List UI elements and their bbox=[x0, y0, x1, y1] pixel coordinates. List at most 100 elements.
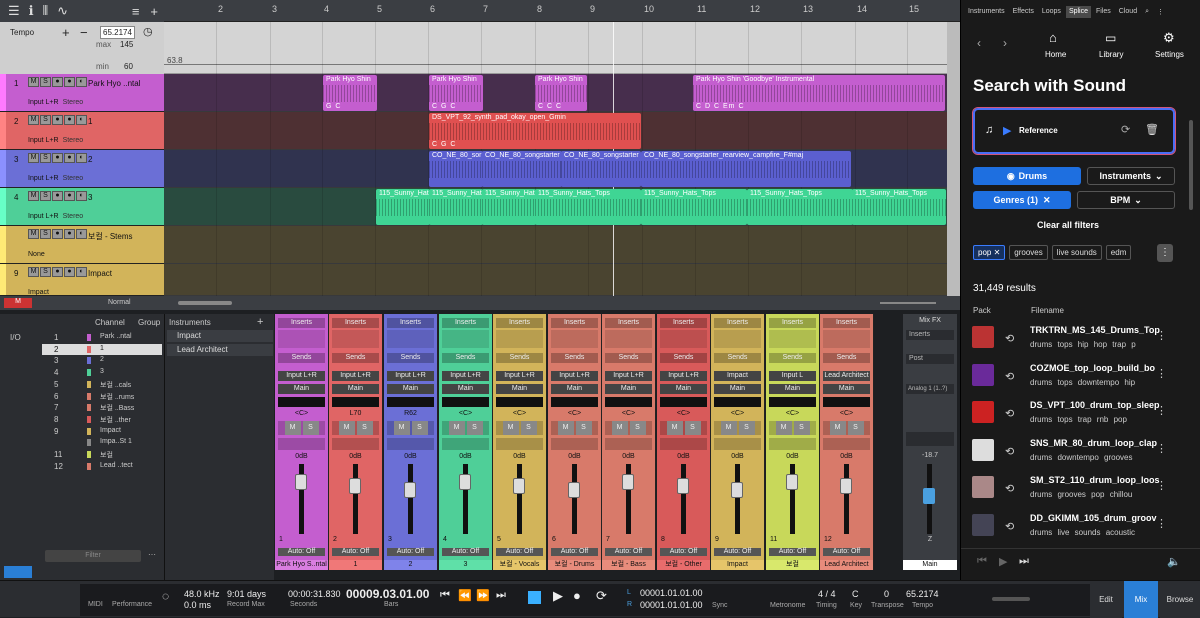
strip-mute-solo[interactable]: MS bbox=[660, 421, 707, 435]
strip-sends[interactable]: Sends bbox=[769, 353, 816, 363]
more-icon[interactable]: ⋯ bbox=[148, 550, 156, 559]
audio-clip[interactable]: 115_Sunny_Hats_Tops bbox=[641, 189, 747, 225]
strip-automation[interactable]: Auto: Off bbox=[387, 548, 434, 556]
result-row[interactable]: ⟲ SNS_MR_80_drum_loop_clap drums downtempo… bbox=[972, 433, 1172, 469]
strip-sends[interactable]: Sends bbox=[605, 353, 652, 363]
result-filename[interactable]: TRKTRN_MS_145_Drums_Top bbox=[1030, 325, 1162, 335]
bar-number[interactable]: 15 bbox=[909, 4, 919, 14]
mute-button[interactable]: M bbox=[557, 421, 574, 435]
strip-name[interactable]: Park Hyo S..ntal bbox=[275, 560, 328, 570]
strip-insert-slots[interactable] bbox=[823, 330, 870, 348]
home-icon[interactable]: ⌂ bbox=[1049, 30, 1057, 45]
tempo-value-field[interactable]: 65.2174 bbox=[100, 26, 135, 39]
performance-label[interactable]: Performance bbox=[112, 601, 152, 608]
solo-button[interactable]: S bbox=[629, 421, 646, 435]
track-button[interactable]: ● bbox=[64, 229, 75, 239]
strip-sends[interactable]: Sends bbox=[551, 353, 598, 363]
search-icon[interactable]: ⌕ bbox=[1142, 6, 1152, 18]
strip-name[interactable]: 보컬 - Vocals bbox=[493, 560, 546, 570]
track-input[interactable]: Input L+R Stereo bbox=[28, 99, 83, 106]
main-monitor-buttons[interactable] bbox=[906, 432, 954, 446]
channel-list-item[interactable]: 12 Lead ..tect bbox=[42, 461, 162, 472]
strip-output[interactable]: Main bbox=[769, 384, 816, 394]
seconds-value[interactable]: 00:00:31.830 bbox=[288, 589, 341, 599]
tag-grooves[interactable]: grooves bbox=[1009, 245, 1048, 260]
tab-splice[interactable]: Splice bbox=[1065, 6, 1092, 18]
strip-fader[interactable] bbox=[622, 474, 634, 490]
close-icon[interactable]: ✕ bbox=[1043, 195, 1051, 206]
strip-pan-display[interactable] bbox=[332, 397, 379, 407]
track-input[interactable]: None bbox=[28, 251, 49, 258]
strip-pan-display[interactable] bbox=[769, 397, 816, 407]
strip-record-monitor[interactable] bbox=[605, 438, 652, 450]
track-button[interactable]: ◐ bbox=[76, 191, 87, 201]
track-header[interactable]: 2 M S ● ● ◐ 1 Input L+R Stereo bbox=[0, 112, 164, 150]
result-row[interactable]: ⟲ SM_ST2_110_drum_loop_loos drums grooves … bbox=[972, 470, 1172, 506]
bpm-filter[interactable]: BPM ⌄ bbox=[1077, 191, 1175, 209]
trash-icon[interactable]: 🗑 bbox=[1145, 123, 1159, 136]
skip-back-icon[interactable]: ⏮ bbox=[977, 555, 987, 568]
track-lane[interactable] bbox=[164, 264, 947, 296]
strip-pan-value[interactable]: <C> bbox=[823, 409, 870, 419]
strip-name[interactable]: 보컬 - Other bbox=[657, 560, 710, 570]
volume-icon[interactable]: 🔈 bbox=[1167, 555, 1181, 568]
strip-input[interactable]: Input L+R bbox=[551, 371, 598, 381]
audio-clip[interactable]: CO_NE_80_sor bbox=[429, 151, 483, 187]
audio-clip[interactable]: 115_Sunny_Hats_Tops bbox=[852, 189, 946, 225]
track-button[interactable]: M bbox=[28, 229, 39, 239]
bar-number[interactable]: 5 bbox=[377, 4, 382, 14]
strip-name[interactable]: 1 bbox=[329, 560, 382, 570]
nav-settings[interactable]: Settings bbox=[1155, 50, 1184, 59]
mute-button[interactable]: M bbox=[448, 421, 465, 435]
track-lane[interactable] bbox=[164, 226, 947, 264]
strip-pan-value[interactable]: R62 bbox=[387, 409, 434, 419]
strip-automation[interactable]: Auto: Off bbox=[442, 548, 489, 556]
bar-number[interactable]: 2 bbox=[218, 4, 223, 14]
track-button[interactable]: M bbox=[28, 153, 39, 163]
stop-button[interactable] bbox=[528, 591, 541, 604]
channel-filter-input[interactable]: Filter bbox=[45, 550, 141, 562]
strip-input[interactable]: Input L+R bbox=[278, 371, 325, 381]
mute-button[interactable]: M bbox=[393, 421, 410, 435]
strip-pan-display[interactable] bbox=[551, 397, 598, 407]
tab-effects[interactable]: Effects bbox=[1010, 6, 1037, 18]
skip-forward-icon[interactable]: ⏭ bbox=[1019, 555, 1029, 568]
strip-insert-slots[interactable] bbox=[496, 330, 543, 348]
result-filename[interactable]: DD_GKIMM_105_drum_groov bbox=[1030, 513, 1162, 523]
track-button[interactable]: S bbox=[40, 77, 51, 87]
zoom-slider[interactable] bbox=[880, 302, 936, 304]
mute-button[interactable]: M bbox=[829, 421, 846, 435]
channel-list-item[interactable]: 8 보컬 ..ther bbox=[42, 414, 162, 425]
result-filename[interactable]: COZMOE_top_loop_build_bo bbox=[1030, 363, 1162, 373]
strip-input[interactable]: Input L+R bbox=[605, 371, 652, 381]
strip-mute-solo[interactable]: MS bbox=[823, 421, 870, 435]
bar-number[interactable]: 4 bbox=[324, 4, 329, 14]
strip-insert-slots[interactable] bbox=[605, 330, 652, 348]
main-output[interactable]: Analog 1 (1..?) bbox=[906, 384, 954, 394]
automation-icon[interactable]: ∿ bbox=[57, 3, 68, 19]
track-header[interactable]: M S ● ● ◐ 보컬 - Stems None bbox=[0, 226, 164, 264]
track-buttons[interactable]: M S ● ● ◐ bbox=[28, 153, 87, 163]
track-button[interactable]: S bbox=[40, 115, 51, 125]
track-button[interactable]: S bbox=[40, 191, 51, 201]
bar-number[interactable]: 11 bbox=[697, 4, 706, 14]
edit-button[interactable]: Edit bbox=[1090, 581, 1122, 618]
strip-inserts[interactable]: Inserts bbox=[278, 318, 325, 328]
pack-thumbnail[interactable] bbox=[972, 513, 994, 536]
strip-insert-slots[interactable] bbox=[714, 330, 761, 348]
audio-clip[interactable]: CO_NE_80_songstarter_rearview_campfire_F… bbox=[641, 151, 851, 187]
track-button[interactable]: S bbox=[40, 153, 51, 163]
bar-number[interactable]: 13 bbox=[803, 4, 813, 14]
strip-fader[interactable] bbox=[840, 478, 852, 494]
strip-insert-slots[interactable] bbox=[278, 330, 325, 348]
list-icon[interactable]: ≡ bbox=[132, 4, 140, 19]
strip-inserts[interactable]: Inserts bbox=[823, 318, 870, 328]
strip-pan-display[interactable] bbox=[496, 397, 543, 407]
drums-filter[interactable]: ◉ Drums bbox=[973, 167, 1081, 185]
strip-sends[interactable]: Sends bbox=[278, 353, 325, 363]
strip-name[interactable]: 3 bbox=[439, 560, 492, 570]
strip-input[interactable]: Input L+R bbox=[496, 371, 543, 381]
more-tags-icon[interactable]: ⋮ bbox=[1157, 244, 1173, 262]
strip-output[interactable]: Main bbox=[278, 384, 325, 394]
console-list-icon[interactable] bbox=[4, 566, 32, 578]
